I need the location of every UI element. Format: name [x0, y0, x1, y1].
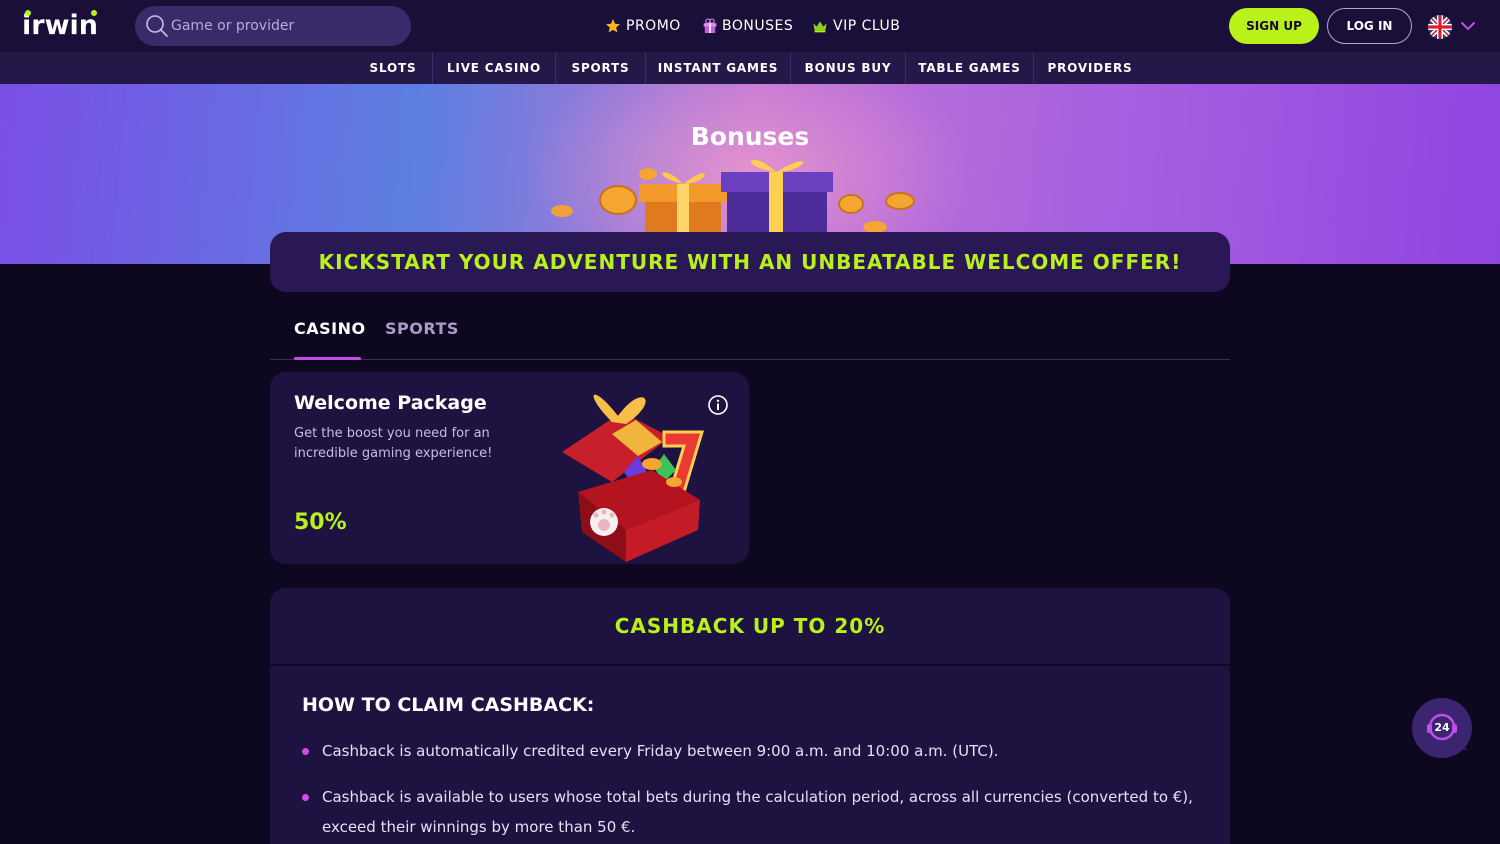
active-tab-indicator [294, 357, 361, 360]
headset-24-icon: 24 [1427, 713, 1468, 750]
crown-icon [813, 21, 827, 33]
category-slots[interactable]: SLOTS [354, 52, 433, 84]
nav-bonuses-label: BONUSES [722, 18, 794, 34]
category-table-games[interactable]: TABLE GAMES [906, 52, 1034, 84]
page-title: Bonuses [690, 122, 810, 151]
category-providers[interactable]: PROVIDERS [1034, 52, 1146, 84]
gift-icon [703, 18, 717, 33]
nav-promo[interactable]: PROMO [605, 16, 681, 36]
search-icon [146, 15, 168, 37]
cashback-header: CASHBACK UP TO 20% [270, 588, 1230, 664]
uk-flag-icon[interactable] [1428, 15, 1452, 39]
welcome-offer-text: KICKSTART YOUR ADVENTURE WITH AN UNBEATA… [318, 250, 1182, 274]
card-percent: 50% [294, 510, 347, 535]
sign-up-button[interactable]: SIGN UP [1229, 8, 1319, 44]
search-placeholder: Game or provider [171, 18, 295, 34]
category-instant-games[interactable]: INSTANT GAMES [646, 52, 791, 84]
cashback-subtitle: HOW TO CLAIM CASHBACK: [302, 694, 595, 716]
nav-bonuses[interactable]: BONUSES [703, 16, 793, 36]
nav-vip-label: VIP CLUB [833, 18, 901, 34]
category-bar: SLOTS LIVE CASINO SPORTS INSTANT GAMES B… [0, 52, 1500, 84]
welcome-offer-banner: KICKSTART YOUR ADVENTURE WITH AN UNBEATA… [270, 232, 1230, 292]
support-badge-text: 24 [1434, 721, 1450, 734]
cashback-details: HOW TO CLAIM CASHBACK: Cashback is autom… [270, 666, 1230, 844]
logo-dot [91, 10, 97, 16]
tab-casino[interactable]: CASINO [294, 319, 366, 338]
bullet [302, 794, 309, 801]
cashback-rules-list: Cashback is automatically credited every… [302, 736, 1202, 844]
cashback-rule-text: Cashback is automatically credited every… [322, 742, 999, 760]
welcome-package-card[interactable]: Welcome Package Get the boost you need f… [270, 372, 749, 564]
list-item: Cashback is available to users whose tot… [302, 782, 1202, 842]
top-bar: irwin Game or provider PROMO BONUSES VIP… [0, 0, 1500, 52]
logo-dot [25, 10, 31, 16]
category-bonus-buy[interactable]: BONUS BUY [791, 52, 906, 84]
chevron-down-icon[interactable] [1460, 18, 1476, 34]
logo-text: irwin [22, 10, 98, 41]
nav-promo-label: PROMO [626, 18, 681, 34]
list-item: Cashback is automatically credited every… [302, 736, 1202, 766]
search-input[interactable]: Game or provider [135, 6, 411, 46]
cashback-title: CASHBACK UP TO 20% [614, 614, 886, 638]
card-title: Welcome Package [294, 392, 487, 414]
irwin-logo[interactable]: irwin [22, 8, 122, 44]
bonus-tabs: CASINO SPORTS [270, 300, 1230, 360]
category-live-casino[interactable]: LIVE CASINO [433, 52, 556, 84]
tab-sports[interactable]: SPORTS [385, 319, 459, 338]
log-in-button[interactable]: LOG IN [1327, 8, 1412, 44]
bullet [302, 748, 309, 755]
card-description: Get the boost you need for an incredible… [294, 426, 493, 461]
category-sports[interactable]: SPORTS [556, 52, 646, 84]
star-icon [606, 19, 620, 33]
gift-box-illustration [562, 394, 705, 562]
cashback-rule-text: Cashback is available to users whose tot… [322, 788, 1193, 836]
support-chat-button[interactable]: 24 [1412, 698, 1472, 758]
nav-vip-club[interactable]: VIP CLUB [812, 16, 900, 36]
